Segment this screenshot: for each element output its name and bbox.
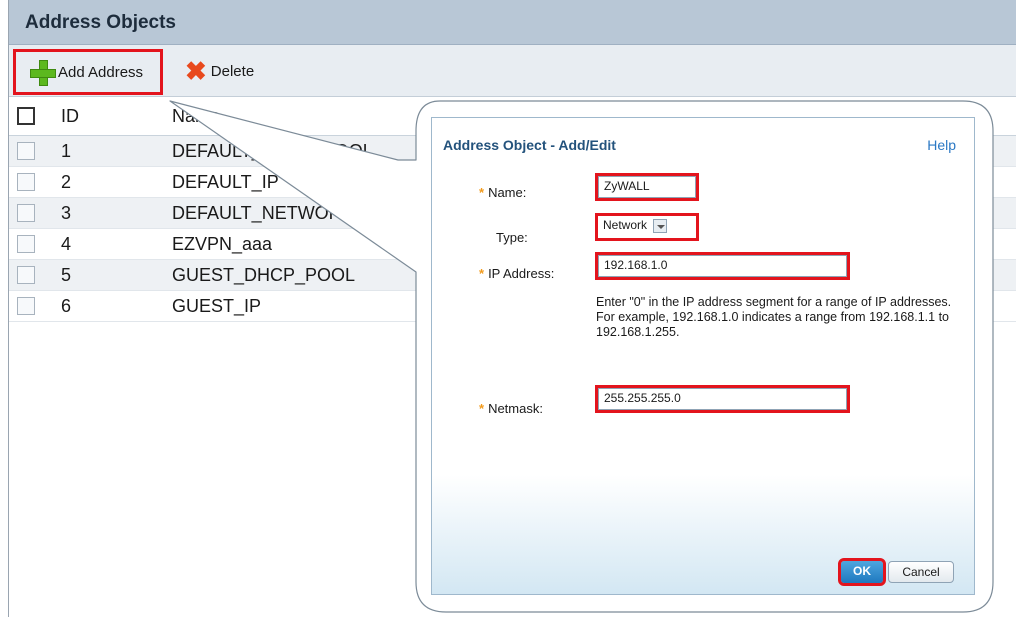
row-id: 4 xyxy=(61,233,72,254)
name-label: * Name: xyxy=(479,185,527,200)
add-address-label: Add Address xyxy=(58,63,144,81)
ok-button[interactable]: OK xyxy=(838,558,886,586)
row-id: 2 xyxy=(61,171,72,192)
row-checkbox[interactable] xyxy=(17,173,35,191)
row-id: 1 xyxy=(61,140,72,161)
row-id: 6 xyxy=(61,295,72,316)
row-id: 3 xyxy=(61,202,72,223)
required-mark: * xyxy=(479,401,485,416)
required-mark: * xyxy=(479,266,485,281)
netmask-input[interactable]: 255.255.255.0 xyxy=(595,385,850,413)
ip-hint-line-1: Enter "0" in the IP address segment for … xyxy=(596,295,952,309)
delete-x-icon: ✖ xyxy=(185,56,207,86)
name-input[interactable]: ZyWALL xyxy=(595,173,699,201)
cancel-button[interactable]: Cancel xyxy=(888,561,954,583)
row-checkbox[interactable] xyxy=(17,266,35,284)
dialog-title: Address Object - Add/Edit xyxy=(443,137,616,153)
type-select[interactable]: Network xyxy=(595,213,699,241)
row-checkbox[interactable] xyxy=(17,297,35,315)
row-checkbox[interactable] xyxy=(17,204,35,222)
delete-label: Delete xyxy=(210,62,255,80)
required-mark: * xyxy=(479,185,485,200)
row-id: 5 xyxy=(61,264,72,285)
address-object-dialog: Address Object - Add/Edit Help * Name: Zy… xyxy=(431,117,975,595)
column-header-id[interactable]: ID xyxy=(49,106,164,127)
add-address-button[interactable]: Add Address xyxy=(13,49,163,95)
row-checkbox[interactable] xyxy=(17,235,35,253)
chevron-down-icon xyxy=(653,218,668,233)
ip-address-label: * IP Address: xyxy=(479,266,555,281)
plus-icon xyxy=(30,60,56,86)
delete-button[interactable]: ✖ Delete xyxy=(179,54,260,88)
panel-title: Address Objects xyxy=(9,0,1016,45)
select-all-checkbox[interactable] xyxy=(17,107,35,125)
ip-hint: Enter "0" in the IP address segment for … xyxy=(596,295,966,340)
type-label: Type: xyxy=(496,230,528,245)
help-link[interactable]: Help xyxy=(927,137,956,153)
type-select-value: Network xyxy=(603,218,648,232)
toolbar: Add Address ✖ Delete xyxy=(9,45,1016,97)
ip-address-input[interactable]: 192.168.1.0 xyxy=(595,252,850,280)
row-checkbox[interactable] xyxy=(17,142,35,160)
ip-hint-line-2: For example, 192.168.1.0 indicates a ran… xyxy=(596,310,950,339)
netmask-label: * Netmask: xyxy=(479,401,543,416)
